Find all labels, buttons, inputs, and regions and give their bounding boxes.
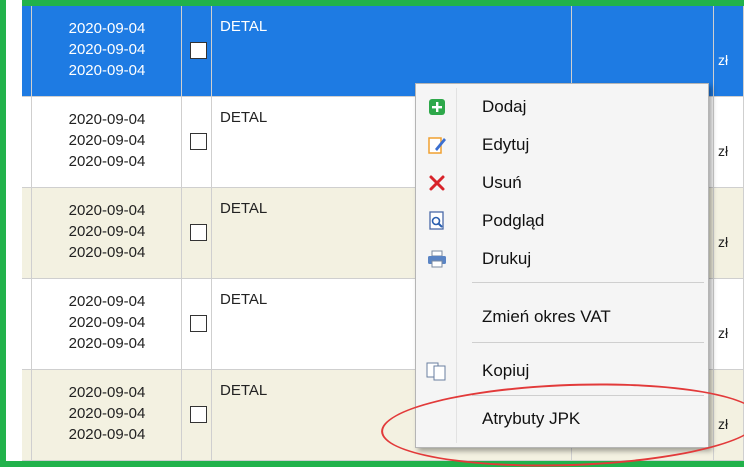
date-line: 2020-09-04 [68,20,146,37]
date-line: 2020-09-04 [68,153,146,170]
currency-label: zł [718,325,729,341]
date-cell: 2020-09-04 2020-09-04 2020-09-04 [32,370,182,460]
row-indicator [22,279,32,369]
menu-item-label: Drukuj [482,249,532,268]
currency-label: zł [718,234,729,250]
row-indicator [22,188,32,278]
date-cell: 2020-09-04 2020-09-04 2020-09-04 [32,188,182,278]
menu-item-label: Kopiuj [482,361,530,380]
date-line: 2020-09-04 [68,244,146,261]
print-icon [426,248,448,270]
row-checkbox[interactable] [190,224,207,241]
menu-item-label: Podgląd [482,211,545,230]
currency-cell: zł [714,188,744,278]
menu-item-preview[interactable]: Podgląd [416,202,708,240]
window-frame: 2020-09-04 2020-09-04 2020-09-04 DETAL z… [0,0,744,473]
checkbox-cell [182,188,212,278]
checkbox-cell [182,6,212,96]
row-checkbox[interactable] [190,133,207,150]
row-checkbox[interactable] [190,315,207,332]
checkbox-cell [182,370,212,460]
customer-name: DETAL [220,109,268,126]
date-line: 2020-09-04 [68,293,146,310]
checkbox-cell [182,97,212,187]
currency-label: zł [718,52,729,68]
date-line: 2020-09-04 [68,223,146,240]
copy-icon [426,360,448,382]
date-line: 2020-09-04 [68,426,146,443]
menu-item-change-vat-period[interactable]: Zmień okres VAT [416,298,708,336]
menu-item-add[interactable]: Dodaj [416,88,708,126]
date-line: 2020-09-04 [68,335,146,352]
date-line: 2020-09-04 [68,314,146,331]
date-line: 2020-09-04 [68,384,146,401]
menu-item-delete[interactable]: Usuń [416,164,708,202]
date-line: 2020-09-04 [68,62,146,79]
customer-name: DETAL [220,18,268,35]
focus-border-left [0,0,22,467]
date-line: 2020-09-04 [68,202,146,219]
menu-item-edit[interactable]: Edytuj [416,126,708,164]
menu-item-print[interactable]: Drukuj [416,240,708,278]
menu-item-label: Edytuj [482,135,530,154]
row-indicator [22,370,32,460]
customer-name: DETAL [220,382,268,399]
currency-label: zł [718,143,729,159]
currency-cell: zł [714,97,744,187]
row-checkbox[interactable] [190,42,207,59]
preview-icon [426,210,448,232]
currency-cell: zł [714,279,744,369]
date-cell: 2020-09-04 2020-09-04 2020-09-04 [32,279,182,369]
add-icon [426,96,448,118]
checkbox-cell [182,279,212,369]
menu-item-label: Zmień okres VAT [482,307,611,326]
date-line: 2020-09-04 [68,111,146,128]
edit-icon [426,134,448,156]
menu-separator [472,342,704,343]
date-cell: 2020-09-04 2020-09-04 2020-09-04 [32,6,182,96]
customer-name: DETAL [220,291,268,308]
row-indicator [22,97,32,187]
menu-separator [472,282,704,283]
date-line: 2020-09-04 [68,41,146,58]
row-checkbox[interactable] [190,406,207,423]
row-indicator [22,6,32,96]
date-line: 2020-09-04 [68,405,146,422]
menu-item-label: Dodaj [482,97,527,116]
delete-icon [426,172,448,194]
menu-item-label: Usuń [482,173,522,192]
focus-border-bottom [0,461,744,467]
date-cell: 2020-09-04 2020-09-04 2020-09-04 [32,97,182,187]
date-line: 2020-09-04 [68,132,146,149]
customer-name: DETAL [220,200,268,217]
currency-cell: zł [714,6,744,96]
